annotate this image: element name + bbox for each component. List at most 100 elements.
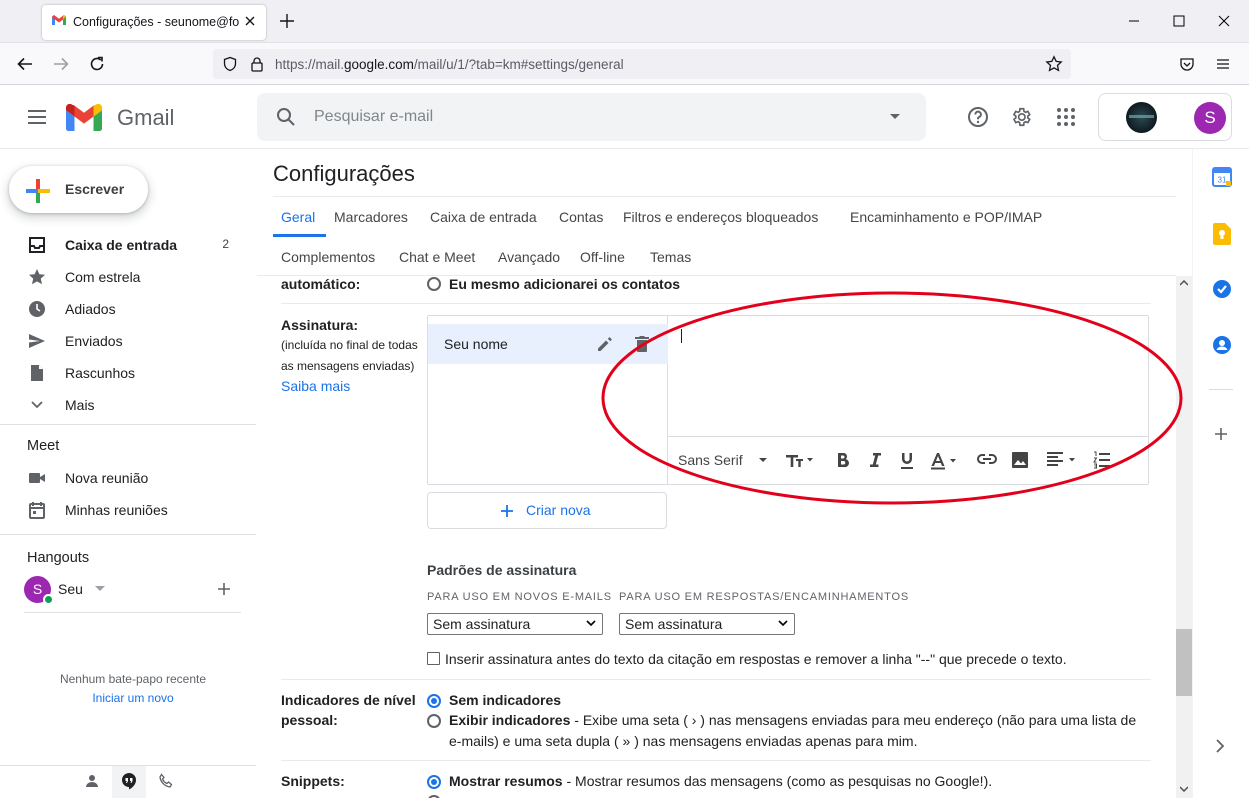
edit-pencil-icon[interactable] (596, 335, 614, 353)
gmail-logo-text[interactable]: Gmail (117, 105, 174, 131)
image-icon[interactable] (1011, 451, 1029, 469)
new-emails-signature-select[interactable]: Sem assinatura (427, 613, 603, 635)
underline-icon[interactable] (899, 452, 915, 470)
tab-inbox[interactable]: Caixa de entrada (430, 209, 537, 225)
no-indicators-label: Sem indicadores (449, 692, 562, 708)
new-tab-icon[interactable] (278, 12, 296, 30)
sidebar-item-inbox[interactable]: Caixa de entrada 2 (0, 229, 256, 261)
apps-grid-icon[interactable] (1056, 107, 1076, 127)
settings-gear-icon[interactable] (1010, 106, 1032, 128)
tab-chat-meet[interactable]: Chat e Meet (399, 249, 475, 265)
gmail-header: Gmail Pesquisar e-mail S (0, 85, 1249, 149)
active-tab-indicator (273, 234, 326, 237)
bold-icon[interactable] (836, 452, 850, 468)
no-indicators-radio[interactable] (427, 694, 441, 708)
back-icon[interactable] (16, 55, 34, 73)
replies-signature-select[interactable]: Sem assinatura (619, 613, 795, 635)
tab-addons[interactable]: Complementos (281, 249, 375, 265)
main-menu-icon[interactable] (26, 106, 48, 128)
numbered-list-icon[interactable] (1093, 451, 1111, 469)
auto-contacts-label: automático: (281, 276, 361, 292)
tab-labels[interactable]: Marcadores (334, 209, 408, 225)
settings-content[interactable]: automático: Eu mesmo adicionarei os cont… (256, 276, 1176, 798)
hangouts-quote-icon[interactable] (120, 772, 138, 790)
status-dropdown-icon[interactable] (95, 586, 105, 592)
gmail-logo-icon[interactable] (66, 104, 102, 131)
compose-button[interactable]: Escrever (9, 166, 148, 213)
tab-offline[interactable]: Off-line (580, 249, 625, 265)
sidebar-item-drafts[interactable]: Rascunhos (0, 357, 256, 389)
get-addons-plus-icon[interactable] (1214, 427, 1228, 441)
auto-contacts-radio[interactable] (427, 277, 441, 291)
start-new-chat-link[interactable]: Iniciar um novo (0, 691, 266, 705)
plus-icon (500, 504, 514, 518)
avatar[interactable]: S (1194, 102, 1226, 134)
scroll-down-icon[interactable] (1180, 786, 1188, 792)
delete-trash-icon[interactable] (634, 335, 650, 353)
maximize-icon[interactable] (1172, 14, 1186, 28)
sidebar-item-more[interactable]: Mais (0, 389, 256, 421)
tab-accounts[interactable]: Contas (559, 209, 603, 225)
tab-forwarding[interactable]: Encaminhamento e POP/IMAP (850, 209, 1042, 225)
google-keep-icon[interactable] (1213, 223, 1231, 245)
browser-tab[interactable]: Configurações - seunome@fon (42, 5, 266, 40)
text-color-icon[interactable] (930, 452, 960, 470)
sidebar-item-sent[interactable]: Enviados (0, 325, 256, 357)
search-input[interactable]: Pesquisar e-mail (314, 108, 433, 126)
svg-text:31: 31 (1218, 176, 1227, 185)
scroll-up-icon[interactable] (1180, 280, 1188, 286)
align-icon[interactable] (1046, 452, 1078, 468)
link-icon[interactable] (977, 453, 997, 465)
text-size-icon[interactable] (785, 452, 815, 468)
google-tasks-icon[interactable] (1212, 279, 1232, 299)
sidebar-item-starred[interactable]: Com estrela (0, 261, 256, 293)
reload-icon[interactable] (88, 55, 106, 73)
minimize-icon[interactable] (1127, 14, 1141, 28)
google-calendar-icon[interactable]: 31 (1212, 167, 1232, 187)
contacts-person-icon[interactable] (84, 773, 100, 789)
gmail-favicon-icon (52, 15, 66, 26)
sidebar-item-my-meetings[interactable]: Minhas reuniões (0, 494, 256, 526)
chevron-right-icon[interactable] (1215, 739, 1225, 753)
sidebar-item-snoozed[interactable]: Adiados (0, 293, 256, 325)
organization-logo[interactable] (1126, 102, 1157, 133)
signature-text-editor[interactable] (668, 316, 1148, 436)
sidebar-item-label: Adiados (65, 301, 116, 317)
font-dropdown-icon[interactable] (759, 458, 767, 463)
close-tab-icon[interactable] (242, 13, 258, 29)
sidebar-item-new-meeting[interactable]: Nova reunião (0, 462, 256, 494)
font-family-select[interactable]: Sans Serif (678, 452, 743, 468)
close-window-icon[interactable] (1217, 14, 1231, 28)
scrollbar[interactable] (1176, 276, 1192, 798)
account-area[interactable]: S (1098, 93, 1232, 141)
pocket-icon[interactable] (1179, 56, 1195, 72)
create-new-signature-button[interactable]: Criar nova (427, 492, 667, 529)
no-chats-text: Nenhum bate-papo recente (59, 672, 207, 686)
italic-icon[interactable] (868, 452, 882, 468)
show-indicators-radio[interactable] (427, 714, 441, 728)
search-options-icon[interactable] (889, 113, 901, 121)
phone-icon[interactable] (158, 773, 174, 789)
show-snippets-radio[interactable] (427, 775, 441, 789)
insert-before-checkbox[interactable] (427, 652, 440, 665)
shield-icon[interactable] (222, 56, 238, 72)
search-icon[interactable] (275, 106, 297, 128)
menu-icon[interactable] (1215, 56, 1231, 72)
tab-filters[interactable]: Filtros e endereços bloqueados (623, 209, 818, 225)
bookmark-star-icon[interactable] (1045, 55, 1063, 73)
tab-themes[interactable]: Temas (650, 249, 691, 265)
url-text[interactable]: https://mail.google.com/mail/u/1/?tab=km… (275, 57, 624, 72)
tab-advanced[interactable]: Avançado (498, 249, 560, 265)
forward-icon[interactable] (52, 55, 70, 73)
help-icon[interactable] (967, 106, 989, 128)
learn-more-link[interactable]: Saiba mais (281, 378, 350, 394)
scrollbar-thumb[interactable] (1176, 629, 1192, 696)
tab-general[interactable]: Geral (281, 209, 315, 225)
address-bar[interactable]: https://mail.google.com/mail/u/1/?tab=km… (213, 49, 1071, 79)
lock-icon[interactable] (250, 56, 264, 72)
google-contacts-icon[interactable] (1212, 335, 1232, 355)
new-chat-plus-icon[interactable] (217, 582, 231, 596)
search-bar[interactable]: Pesquisar e-mail (257, 93, 926, 141)
hangouts-user-name[interactable]: Seu (58, 581, 83, 597)
signature-list-item[interactable]: Seu nome (428, 324, 668, 364)
